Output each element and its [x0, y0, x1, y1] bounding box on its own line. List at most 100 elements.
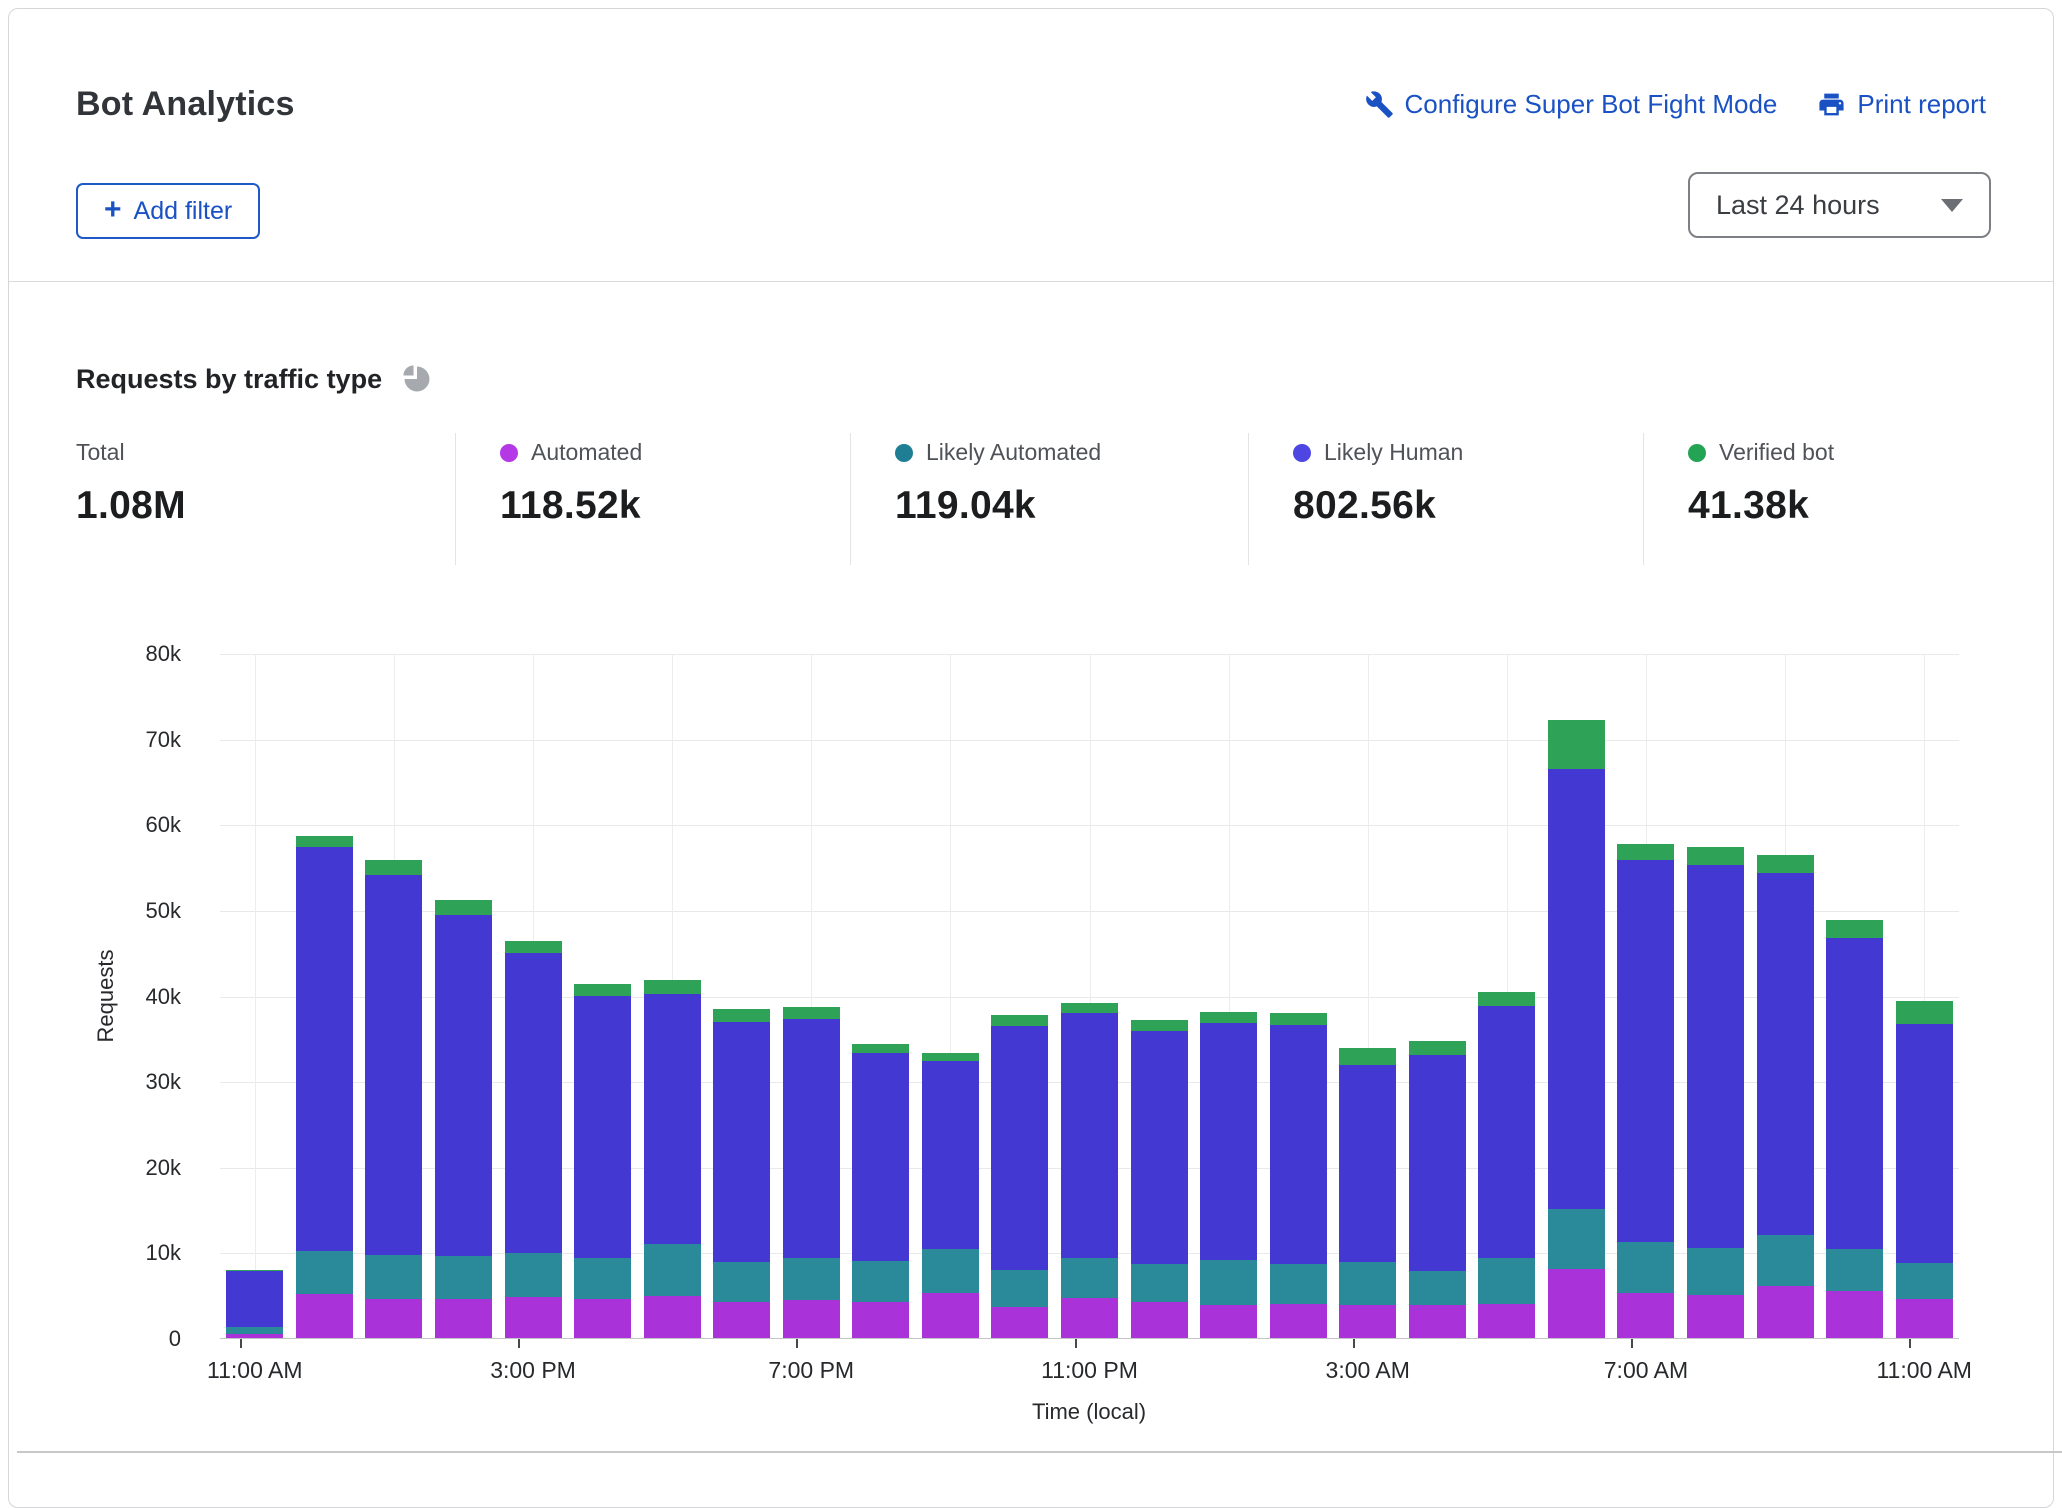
bar-12-00-pm-1: [296, 836, 353, 1338]
bar-5-00-am-18: [1478, 992, 1535, 1338]
bar-segment-likely-human: [1409, 1055, 1466, 1272]
print-report-link[interactable]: Print report: [1817, 89, 1986, 120]
legend-dot-likely-human: [1293, 444, 1311, 462]
section-title: Requests by traffic type: [76, 364, 382, 395]
bar-11-00-am-0: [226, 1270, 283, 1338]
bar-segment-likely-human: [922, 1061, 979, 1249]
bar-segment-likely-automated: [1409, 1271, 1466, 1304]
bar-segment-automated: [991, 1307, 1048, 1338]
y-tick-label: 10k: [91, 1240, 181, 1266]
bar-segment-automated: [1826, 1291, 1883, 1338]
plus-icon: +: [104, 195, 122, 225]
bar-11-00-pm-12: [1061, 1003, 1118, 1338]
stat-automated: Automated118.52k: [455, 433, 850, 565]
bar-segment-likely-automated: [852, 1261, 909, 1302]
add-filter-button[interactable]: + Add filter: [76, 183, 260, 239]
bar-5-00-pm-6: [644, 980, 701, 1338]
bar-segment-likely-automated: [713, 1262, 770, 1302]
bar-segment-likely-automated: [1270, 1264, 1327, 1303]
bar-segment-automated: [1270, 1304, 1327, 1338]
chevron-down-icon: [1941, 199, 1963, 212]
bar-segment-likely-automated: [644, 1244, 701, 1296]
bar-segment-likely-automated: [505, 1253, 562, 1297]
stat-label: Total: [76, 439, 125, 466]
bar-segment-verified-bot: [644, 980, 701, 994]
bar-segment-automated: [922, 1293, 979, 1338]
bar-6-00-am-19: [1548, 720, 1605, 1338]
bar-segment-verified-bot: [1339, 1048, 1396, 1065]
bar-segment-likely-human: [852, 1053, 909, 1261]
bar-4-00-pm-5: [574, 984, 631, 1338]
bar-segment-likely-automated: [991, 1270, 1048, 1307]
bar-segment-likely-human: [1478, 1006, 1535, 1259]
x-tick-label: 3:00 AM: [1288, 1357, 1448, 1384]
bar-8-00-am-21: [1687, 847, 1744, 1338]
stat-likely-automated: Likely Automated119.04k: [850, 433, 1248, 565]
bar-7-00-am-20: [1617, 844, 1674, 1338]
bar-3-00-am-16: [1339, 1048, 1396, 1338]
stat-value: 41.38k: [1688, 484, 2004, 528]
bar-segment-likely-automated: [435, 1256, 492, 1299]
bot-analytics-card: Bot Analytics Configure Super Bot Fight …: [8, 8, 2054, 1508]
bar-segment-verified-bot: [365, 860, 422, 875]
y-tick-label: 30k: [91, 1069, 181, 1095]
bar-segment-likely-human: [1826, 938, 1883, 1249]
configure-link-label: Configure Super Bot Fight Mode: [1405, 89, 1778, 120]
x-axis-title: Time (local): [1032, 1399, 1146, 1425]
bar-segment-automated: [1687, 1295, 1744, 1338]
bar-segment-likely-human: [365, 875, 422, 1255]
bar-segment-verified-bot: [991, 1015, 1048, 1025]
stat-label: Likely Automated: [926, 439, 1101, 466]
bar-segment-verified-bot: [1131, 1020, 1188, 1031]
bar-segment-verified-bot: [1826, 920, 1883, 938]
bar-segment-likely-automated: [1826, 1249, 1883, 1291]
bar-1-00-am-14: [1200, 1012, 1257, 1338]
gridline-x: [255, 654, 256, 1338]
bar-segment-likely-human: [435, 915, 492, 1256]
bar-segment-likely-human: [1548, 769, 1605, 1208]
y-tick-label: 0: [91, 1326, 181, 1352]
bar-segment-verified-bot: [296, 836, 353, 847]
x-tick-label: 3:00 PM: [453, 1357, 613, 1384]
y-tick-label: 60k: [91, 812, 181, 838]
bar-segment-automated: [1896, 1299, 1953, 1338]
legend-dot-likely-automated: [895, 444, 913, 462]
x-tick-mark: [518, 1339, 520, 1348]
bar-segment-verified-bot: [852, 1044, 909, 1053]
bar-segment-likely-automated: [1339, 1262, 1396, 1305]
add-filter-label: Add filter: [134, 197, 233, 226]
bar-segment-likely-human: [1131, 1031, 1188, 1264]
bar-segment-verified-bot: [1478, 992, 1535, 1006]
bar-segment-automated: [435, 1299, 492, 1338]
bar-segment-likely-human: [226, 1271, 283, 1327]
legend-dot-automated: [500, 444, 518, 462]
bar-segment-likely-human: [991, 1026, 1048, 1271]
y-tick-label: 20k: [91, 1155, 181, 1181]
y-tick-label: 50k: [91, 898, 181, 924]
bar-4-00-am-17: [1409, 1041, 1466, 1338]
bar-segment-verified-bot: [1061, 1003, 1118, 1012]
x-tick-label: 11:00 AM: [175, 1357, 335, 1384]
bar-segment-likely-automated: [783, 1258, 840, 1300]
bar-segment-likely-automated: [1617, 1242, 1674, 1293]
bar-segment-verified-bot: [1270, 1013, 1327, 1026]
legend-dot-verified-bot: [1688, 444, 1706, 462]
bar-8-00-pm-9: [852, 1044, 909, 1338]
bar-segment-automated: [1757, 1286, 1814, 1338]
stat-value: 1.08M: [76, 484, 455, 528]
bar-segment-likely-automated: [1131, 1264, 1188, 1303]
print-link-label: Print report: [1857, 89, 1986, 120]
configure-super-bot-fight-mode-link[interactable]: Configure Super Bot Fight Mode: [1365, 89, 1778, 120]
stat-label: Verified bot: [1719, 439, 1834, 466]
time-range-select[interactable]: Last 24 hours: [1688, 172, 1991, 238]
bar-10-00-pm-11: [991, 1015, 1048, 1338]
bar-segment-likely-human: [713, 1022, 770, 1262]
bar-segment-verified-bot: [1617, 844, 1674, 860]
bar-11-00-am-24: [1896, 1001, 1953, 1338]
bar-segment-likely-automated: [226, 1327, 283, 1334]
x-tick-mark: [796, 1339, 798, 1348]
bar-segment-automated: [574, 1299, 631, 1338]
bar-segment-verified-bot: [1896, 1001, 1953, 1024]
bar-segment-verified-bot: [435, 900, 492, 915]
bar-segment-automated: [1548, 1269, 1605, 1338]
